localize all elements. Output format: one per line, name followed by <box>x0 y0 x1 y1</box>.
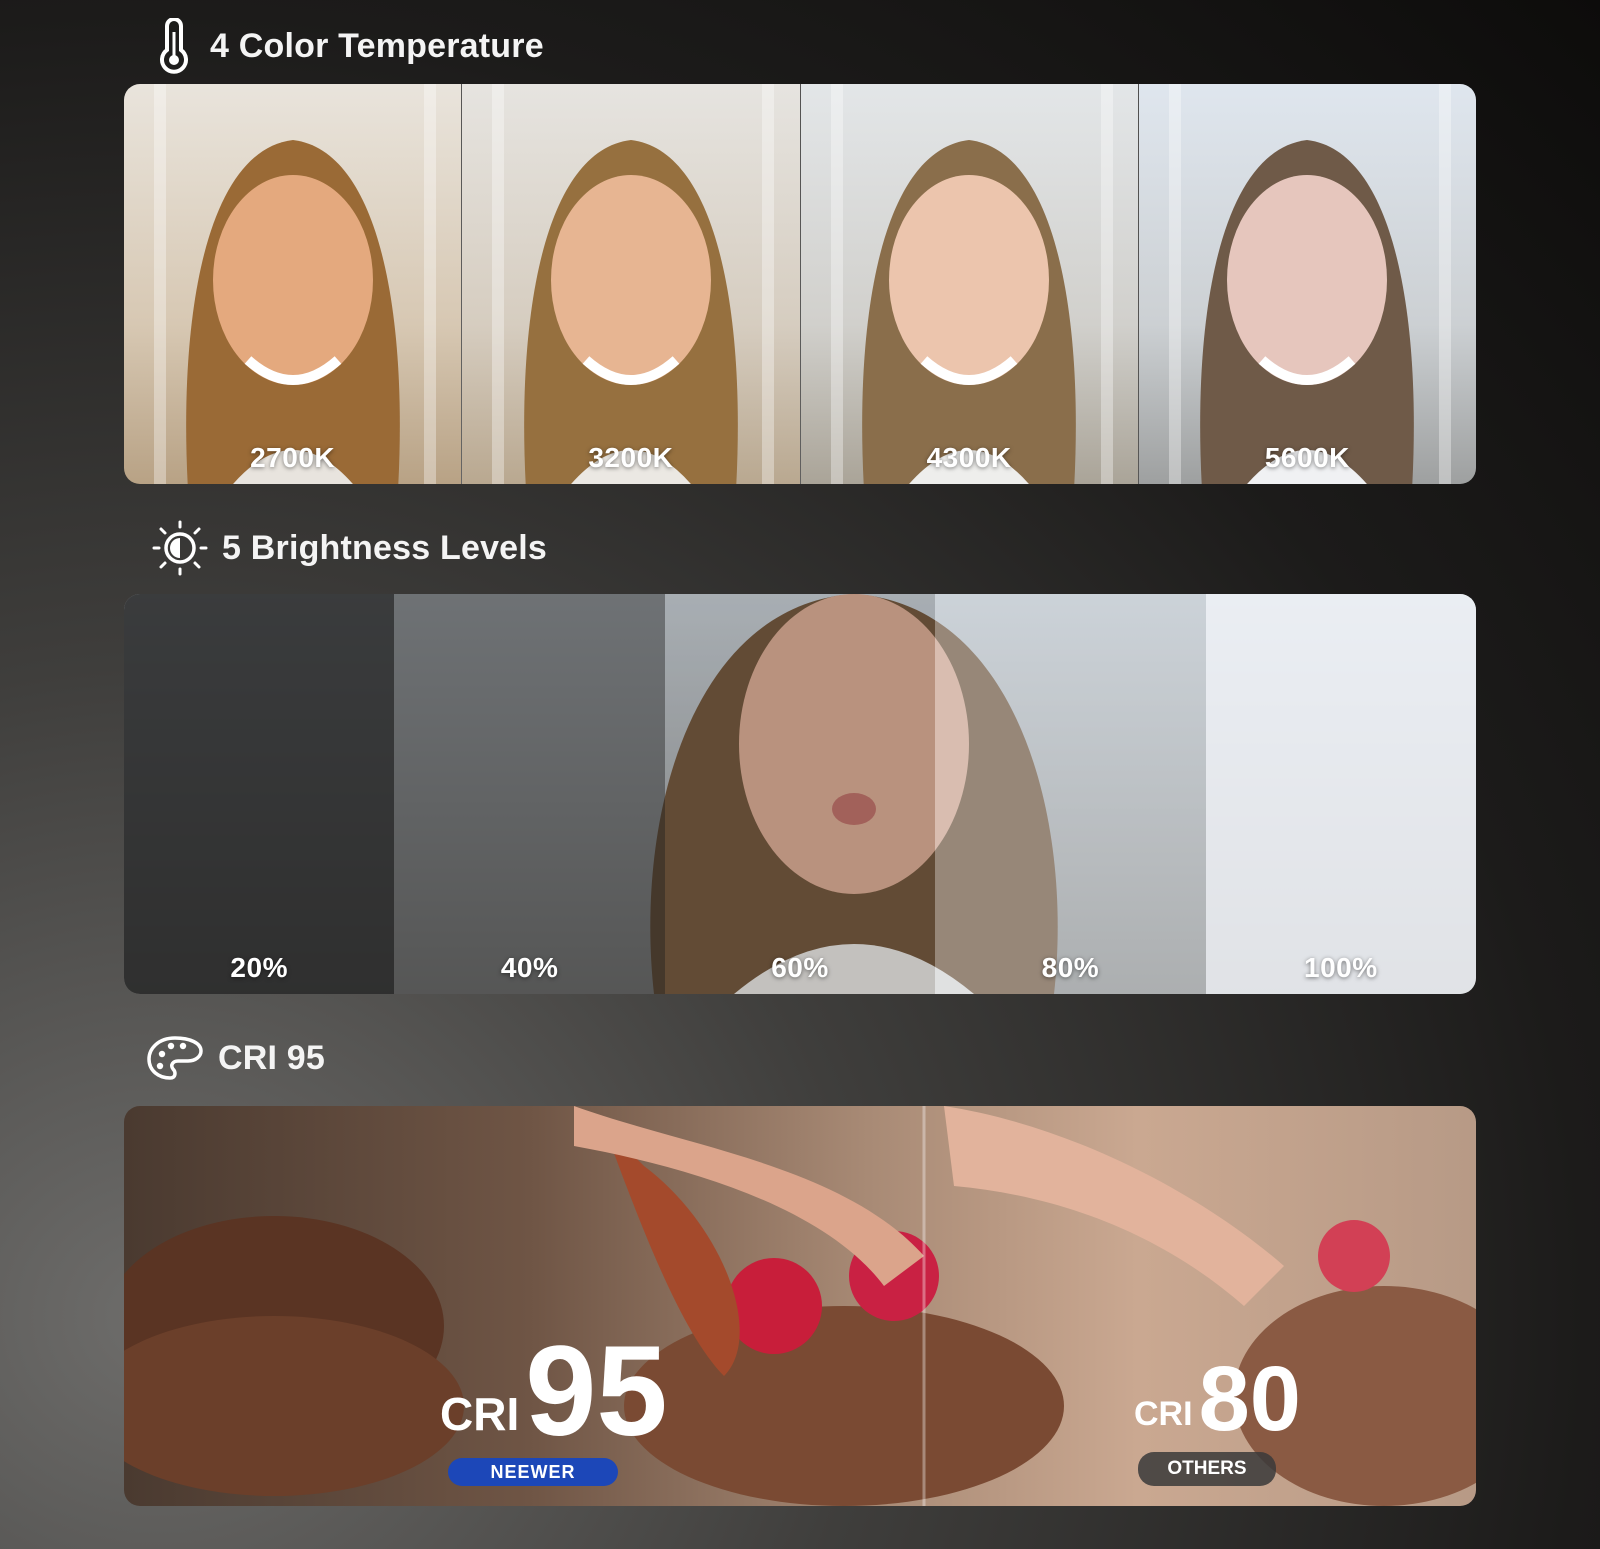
ct-label: 5600K <box>1264 442 1350 473</box>
ct-cell-2700k: 2700K <box>124 84 463 484</box>
neewer-cri-score: CRI 95 <box>440 1320 668 1463</box>
cri-title-row: CRI 95 <box>146 1034 325 1082</box>
portrait-image <box>862 140 1076 484</box>
portrait-image <box>185 140 400 484</box>
color-temperature-title-row: 4 Color Temperature <box>152 18 544 74</box>
portrait-image <box>1200 140 1415 484</box>
brightness-cell-20: 20% <box>124 594 395 994</box>
cri-panel: CRI 95 NEEWER CRI 80 OTHERS <box>124 1106 1476 1506</box>
ct-cell-5600k: 5600K <box>1138 84 1476 484</box>
brightness-cell-60: 60% <box>664 594 936 994</box>
brightness-cell-100: 100% <box>1205 594 1476 994</box>
brightness-label: 60% <box>771 952 829 983</box>
color-temperature-title: 4 Color Temperature <box>210 26 544 65</box>
color-temperature-panel: 2700K 3200K 4300K 5600K <box>124 84 1476 484</box>
brightness-label: 20% <box>230 952 288 983</box>
ct-cell-3200k: 3200K <box>462 84 801 484</box>
neewer-cri-prefix: CRI <box>440 1387 520 1440</box>
brightness-label: 80% <box>1041 952 1100 983</box>
cri-title: CRI 95 <box>218 1038 326 1077</box>
others-cri-score: CRI 80 <box>1134 1348 1301 1450</box>
ct-label: 2700K <box>250 442 336 473</box>
brightness-panel: 20% 40% 60% 80% 100% <box>124 594 1476 994</box>
ct-label: 3200K <box>588 442 674 473</box>
brightness-title: 5 Brightness Levels <box>222 528 548 567</box>
brightness-cell-40: 40% <box>394 594 665 994</box>
ct-cell-4300k: 4300K <box>800 84 1139 484</box>
neewer-cri-value: 95 <box>525 1320 668 1463</box>
portrait-image <box>524 140 738 484</box>
thermometer-icon <box>160 18 188 74</box>
brightness-label: 100% <box>1304 952 1378 983</box>
brightness-cell-80: 80% <box>935 594 1206 994</box>
palette-icon <box>147 1036 203 1080</box>
ct-label: 4300K <box>926 442 1012 473</box>
others-badge: OTHERS <box>1138 1452 1276 1486</box>
others-cri-prefix: CRI <box>1134 1395 1193 1434</box>
neewer-badge: NEEWER <box>448 1458 618 1486</box>
brightness-icon <box>152 520 208 576</box>
brightness-label: 40% <box>500 952 559 983</box>
brightness-title-row: 5 Brightness Levels <box>152 520 547 576</box>
others-cri-value: 80 <box>1198 1348 1301 1450</box>
